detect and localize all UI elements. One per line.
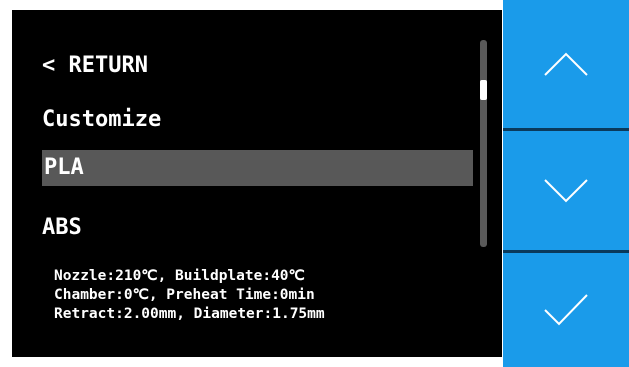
info-line-retract: Retract:2.00mm, Diameter:1.75mm <box>54 306 325 322</box>
scrollbar-track[interactable] <box>480 40 487 247</box>
menu-item-abs[interactable]: ABS <box>42 210 82 246</box>
scrollbar-thumb[interactable] <box>480 80 487 100</box>
chevron-up-icon <box>544 52 588 76</box>
scroll-up-button[interactable] <box>503 0 629 128</box>
chevron-down-icon <box>544 178 588 202</box>
checkmark-icon <box>544 294 588 326</box>
scroll-down-button[interactable] <box>503 131 629 250</box>
info-line-nozzle: Nozzle:210℃, Buildplate:40℃ <box>54 268 305 284</box>
material-info: Nozzle:210℃, Buildplate:40℃ Chamber:0℃, … <box>54 267 325 324</box>
confirm-button[interactable] <box>503 253 629 367</box>
return-button[interactable]: < RETURN <box>42 48 148 84</box>
menu-item-customize[interactable]: Customize <box>42 102 161 138</box>
menu-item-pla[interactable]: PLA <box>42 150 473 186</box>
info-line-chamber: Chamber:0℃, Preheat Time:0min <box>54 287 315 303</box>
display-screen: < RETURN Customize PLA ABS Nozzle:210℃, … <box>12 10 502 357</box>
